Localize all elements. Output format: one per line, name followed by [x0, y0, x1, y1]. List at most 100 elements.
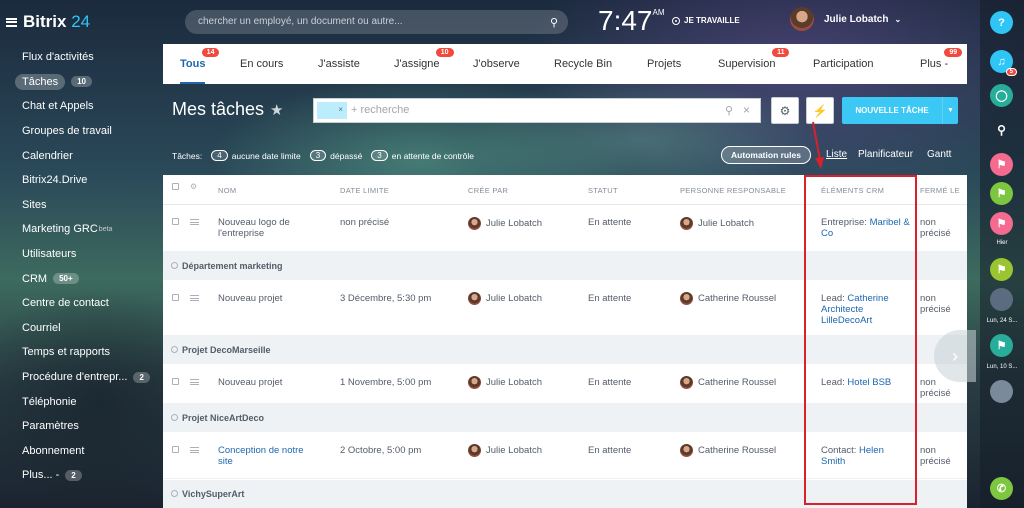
- menu-burger-icon[interactable]: [6, 17, 17, 27]
- minus-icon[interactable]: [171, 490, 178, 497]
- tab-supervision[interactable]: Supervision 11: [718, 44, 790, 84]
- task-filter[interactable]: × ⚲ ×: [313, 98, 761, 123]
- drag-handle-icon[interactable]: [190, 447, 199, 453]
- tab-recycle-bin[interactable]: Recycle Bin: [554, 44, 612, 84]
- group-name[interactable]: Projet DecoMarseille: [182, 345, 271, 355]
- tab-in-progress[interactable]: En cours: [240, 44, 283, 84]
- task-name[interactable]: Nouveau projet: [218, 293, 318, 304]
- sidebar-item-telephony[interactable]: Téléphonie: [14, 389, 150, 414]
- view-gantt[interactable]: Gantt: [927, 149, 951, 160]
- task-creator[interactable]: Julie Lobatch: [468, 217, 542, 230]
- tab-all[interactable]: Tous 14: [180, 44, 220, 84]
- task-creator[interactable]: Julie Lobatch: [468, 376, 542, 389]
- row-checkbox[interactable]: [172, 294, 179, 301]
- help-button[interactable]: ?: [990, 11, 1013, 34]
- phone-button[interactable]: ✆: [990, 477, 1013, 500]
- sidebar-item-workgroups[interactable]: Groupes de travail: [14, 119, 150, 144]
- column-header-responsible[interactable]: PERSONNE RESPONSABLE: [680, 186, 786, 195]
- tab-watching[interactable]: J'observe: [473, 44, 520, 84]
- task-responsible[interactable]: Catherine Roussel: [680, 376, 776, 389]
- task-name[interactable]: Conception de notre site: [218, 445, 318, 467]
- column-header-deadline[interactable]: DATE LIMITE: [340, 186, 389, 195]
- open-lines-button[interactable]: ◯: [990, 84, 1013, 107]
- sidebar-item-chat[interactable]: Chat et Appels: [14, 94, 150, 119]
- sidebar-item-drive[interactable]: Bitrix24.Drive: [14, 168, 150, 193]
- view-planner[interactable]: Planificateur: [858, 149, 913, 160]
- global-search[interactable]: ⚲: [185, 10, 568, 34]
- minus-icon[interactable]: [171, 346, 178, 353]
- sidebar-item-marketing[interactable]: Marketing GRC beta: [14, 217, 150, 242]
- contact-avatar[interactable]: [990, 380, 1013, 403]
- tab-assisting[interactable]: J'assiste: [318, 44, 360, 84]
- counter-label[interactable]: en attente de contrôle: [392, 151, 474, 161]
- contact-avatar[interactable]: [990, 288, 1013, 311]
- chat-lock-button[interactable]: ⚑: [990, 182, 1013, 205]
- sidebar-item-subscription[interactable]: Abonnement: [14, 439, 150, 464]
- task-deadline[interactable]: non précisé: [340, 217, 389, 228]
- drag-handle-icon[interactable]: [190, 295, 199, 301]
- settings-button[interactable]: ⚙: [771, 97, 799, 124]
- search-contacts-button[interactable]: ⚲: [990, 118, 1013, 141]
- task-deadline[interactable]: 2 Octobre, 5:00 pm: [340, 445, 421, 456]
- chat-lock-button[interactable]: ⚑: [990, 212, 1013, 235]
- task-responsible[interactable]: Catherine Roussel: [680, 444, 776, 457]
- gear-icon[interactable]: ⚙: [190, 182, 197, 191]
- task-deadline[interactable]: 1 Novembre, 5:00 pm: [340, 377, 431, 388]
- chat-lock-button[interactable]: ⚑: [990, 334, 1013, 357]
- tab-participation[interactable]: Participation: [813, 44, 874, 84]
- counter-badge[interactable]: 3: [309, 150, 327, 161]
- sidebar-item-more[interactable]: Plus... - 2: [14, 463, 150, 488]
- work-status[interactable]: JE TRAVAILLE: [672, 16, 740, 25]
- drag-handle-icon[interactable]: [190, 219, 199, 225]
- minus-icon[interactable]: [171, 414, 178, 421]
- star-icon[interactable]: ★: [270, 102, 283, 119]
- chat-lock-button[interactable]: ⚑: [990, 258, 1013, 281]
- chat-lock-button[interactable]: ⚑: [990, 153, 1013, 176]
- select-all-checkbox[interactable]: [172, 183, 179, 190]
- user-menu[interactable]: Julie Lobatch ⌄: [790, 7, 901, 31]
- search-icon[interactable]: ⚲: [550, 16, 558, 29]
- sidebar-item-activity[interactable]: Flux d'activités: [14, 45, 150, 70]
- counter-label[interactable]: dépassé: [330, 151, 362, 161]
- row-checkbox[interactable]: [172, 378, 179, 385]
- sidebar-item-mail[interactable]: Courriel: [14, 316, 150, 341]
- sidebar-item-time-reports[interactable]: Temps et rapports: [14, 340, 150, 365]
- close-icon[interactable]: ×: [743, 103, 750, 117]
- notifications-button[interactable]: ♫ 5: [990, 50, 1017, 76]
- row-checkbox[interactable]: [172, 218, 179, 225]
- chevron-down-icon[interactable]: ▼: [942, 97, 958, 124]
- task-filter-input[interactable]: [351, 104, 711, 116]
- tab-more[interactable]: Plus -99: [920, 44, 963, 84]
- column-header-closed[interactable]: FERMÉ LE: [920, 186, 960, 195]
- column-header-creator[interactable]: CRÉE PAR: [468, 186, 508, 195]
- sidebar-item-calendar[interactable]: Calendrier: [14, 143, 150, 168]
- group-name[interactable]: VichySuperArt: [182, 489, 244, 499]
- minus-icon[interactable]: [171, 262, 178, 269]
- sidebar-item-users[interactable]: Utilisateurs: [14, 242, 150, 267]
- task-creator[interactable]: Julie Lobatch: [468, 444, 542, 457]
- group-name[interactable]: Projet NiceArtDeco: [182, 413, 264, 423]
- tab-projects[interactable]: Projets: [647, 44, 681, 84]
- view-list[interactable]: Liste: [826, 149, 847, 160]
- clock[interactable]: 7:47AM: [598, 5, 665, 37]
- task-name[interactable]: Nouveau logo de l'entreprise: [218, 217, 318, 239]
- sidebar-item-settings[interactable]: Paramètres: [14, 414, 150, 439]
- column-header-status[interactable]: STATUT: [588, 186, 618, 195]
- task-name[interactable]: Nouveau projet: [218, 377, 318, 388]
- task-responsible[interactable]: Julie Lobatch: [680, 217, 754, 230]
- sidebar-item-sites[interactable]: Sites: [14, 193, 150, 218]
- close-icon[interactable]: ×: [338, 105, 343, 114]
- sidebar-item-crm[interactable]: CRM 50+: [14, 266, 150, 291]
- task-responsible[interactable]: Catherine Roussel: [680, 292, 776, 305]
- add-task-button[interactable]: NOUVELLE TÂCHE ▼: [842, 97, 958, 124]
- row-checkbox[interactable]: [172, 446, 179, 453]
- counter-badge[interactable]: 4: [211, 150, 228, 161]
- filter-preset-tag[interactable]: ×: [317, 102, 347, 119]
- sidebar-item-workflows[interactable]: Procédure d'entrepr... 2: [14, 365, 150, 390]
- column-header-name[interactable]: NOM: [218, 186, 236, 195]
- sidebar-item-contact-center[interactable]: Centre de contact: [14, 291, 150, 316]
- drag-handle-icon[interactable]: [190, 379, 199, 385]
- tab-assigned[interactable]: J'assigne 10: [394, 44, 454, 84]
- group-name[interactable]: Département marketing: [182, 261, 283, 271]
- logo[interactable]: Bitrix 24: [6, 12, 90, 32]
